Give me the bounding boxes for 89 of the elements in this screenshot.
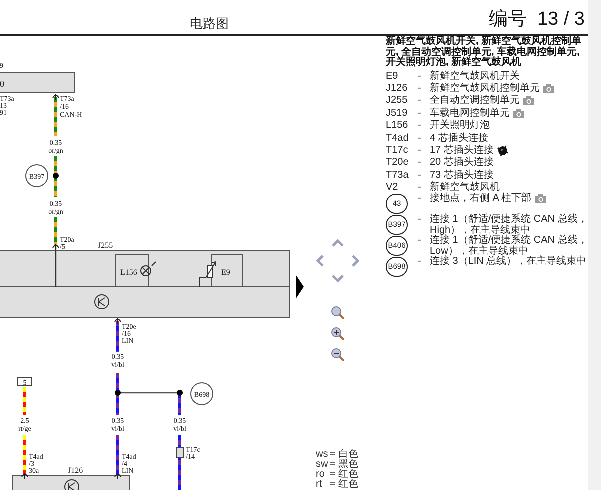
wire [54, 97, 58, 136]
separator-dash: - [418, 72, 422, 82]
wire [24, 435, 26, 474]
component-description: 接地点，右侧 A 柱下部 [430, 194, 532, 205]
component-description: 73 芯插头连接 [430, 170, 494, 181]
component-code: L156 [386, 121, 408, 132]
separator-dash: - [418, 215, 422, 226]
transistor-icon [94, 294, 110, 310]
component-description: 连接 3（LIN 总线），在主导线束中 [430, 257, 587, 268]
pin-icon [22, 472, 28, 480]
document-number: 编号 13 / 3 [488, 9, 585, 31]
color-code: ro [316, 470, 326, 480]
diagram-label: 0 [0, 79, 4, 89]
component-description: 车载电网控制单元 [430, 108, 510, 119]
separator-dash: - [418, 121, 422, 132]
color-code: rt [316, 480, 324, 490]
pin-icon [52, 244, 60, 250]
diagram-label: L156 [120, 268, 138, 277]
component-code: J255 [386, 96, 408, 106]
component-code: T20e [386, 158, 408, 168]
diagram-title: 电路图 [190, 15, 229, 33]
camera-icon[interactable] [543, 84, 555, 94]
wire [54, 156, 58, 197]
separator-dash: - [418, 194, 422, 205]
lamp-icon [140, 262, 156, 276]
component-description: 新鲜空气鼓风机控制单元 [430, 84, 540, 94]
diagram-label: E9 [222, 268, 230, 277]
transistor-icon [64, 480, 80, 490]
junction-dot [115, 390, 121, 396]
color-name: = 红色 [330, 470, 359, 480]
color-name: = 白色 [330, 450, 359, 460]
wire [178, 435, 182, 490]
separator-dash: - [418, 170, 422, 181]
junction-dot [53, 173, 59, 179]
color-code: sw [316, 460, 330, 470]
separator-dash: - [418, 158, 422, 168]
separator-dash: - [418, 108, 422, 119]
zoom-icon[interactable] [331, 306, 345, 320]
wire [24, 387, 26, 415]
component-description: 20 芯插头连接 [430, 158, 494, 168]
component-description: 开关照明灯泡 [430, 121, 490, 132]
pin-icon [52, 94, 60, 100]
expand-arrow-icon[interactable] [296, 275, 304, 299]
color-name: = 黑色 [330, 460, 359, 470]
junction-dot [177, 390, 183, 396]
fuse-box [18, 378, 32, 386]
separator-dash: - [418, 183, 422, 194]
component-description: 全自动空调控制单元 [430, 96, 520, 106]
diagram-label: J255 [98, 241, 114, 250]
zoom-in-icon[interactable] [331, 327, 345, 341]
component-code: T17c [386, 146, 408, 156]
component-description: 新鲜空气鼓风机开关 [430, 72, 520, 82]
component-description: 连接 1（舒适/便捷系统 CAN 总线，Low），在主导线束中 [430, 236, 588, 257]
pin-icon [114, 472, 122, 480]
component-code: V2 [386, 183, 400, 194]
component-code: J126 [386, 84, 408, 94]
wire [178, 393, 182, 415]
component-description: 连接 1（舒适/便捷系统 CAN 总线，High），在主导线束中 [430, 215, 588, 236]
connector-plug [176, 448, 184, 458]
separator-dash: - [418, 236, 422, 247]
component-code: E9 [386, 72, 400, 82]
camera-icon[interactable] [513, 108, 525, 119]
component-code: T73a [386, 170, 408, 181]
color-name: = 红色 [330, 480, 359, 490]
pin-icon [114, 318, 122, 324]
separator-dash: - [418, 134, 422, 144]
component-code: J519 [386, 108, 408, 119]
separator-dash: - [418, 84, 422, 94]
variable-resistor-icon [200, 262, 216, 288]
separator-dash: - [418, 146, 422, 156]
wire [116, 321, 120, 352]
wire [116, 373, 120, 415]
connection-circle [190, 382, 214, 406]
camera-icon[interactable] [534, 194, 547, 204]
diagram-label: J126 [68, 466, 84, 475]
color-code: ws [316, 450, 330, 460]
legend-heading: 新鲜空气鼓风机开关, 新鲜空气鼓风机控制单元, 全自动空调控制单元, 车载电网控制单元, 开关照明灯泡, 新鲜空气鼓风机 [386, 37, 583, 68]
component-description: 新鲜空气鼓风机 [430, 183, 500, 194]
wire [54, 217, 58, 245]
separator-dash: - [418, 257, 422, 268]
separator-dash: - [418, 96, 422, 106]
component-code: T4ad [386, 134, 408, 144]
zoom-out-icon[interactable] [331, 348, 345, 362]
wire [116, 435, 120, 474]
plug-icon[interactable] [496, 145, 509, 158]
connection-circle [26, 164, 48, 188]
component-description: 17 芯插头连接 [430, 146, 494, 156]
component-description: 4 芯插头连接 [430, 134, 488, 144]
camera-icon[interactable] [523, 96, 535, 106]
